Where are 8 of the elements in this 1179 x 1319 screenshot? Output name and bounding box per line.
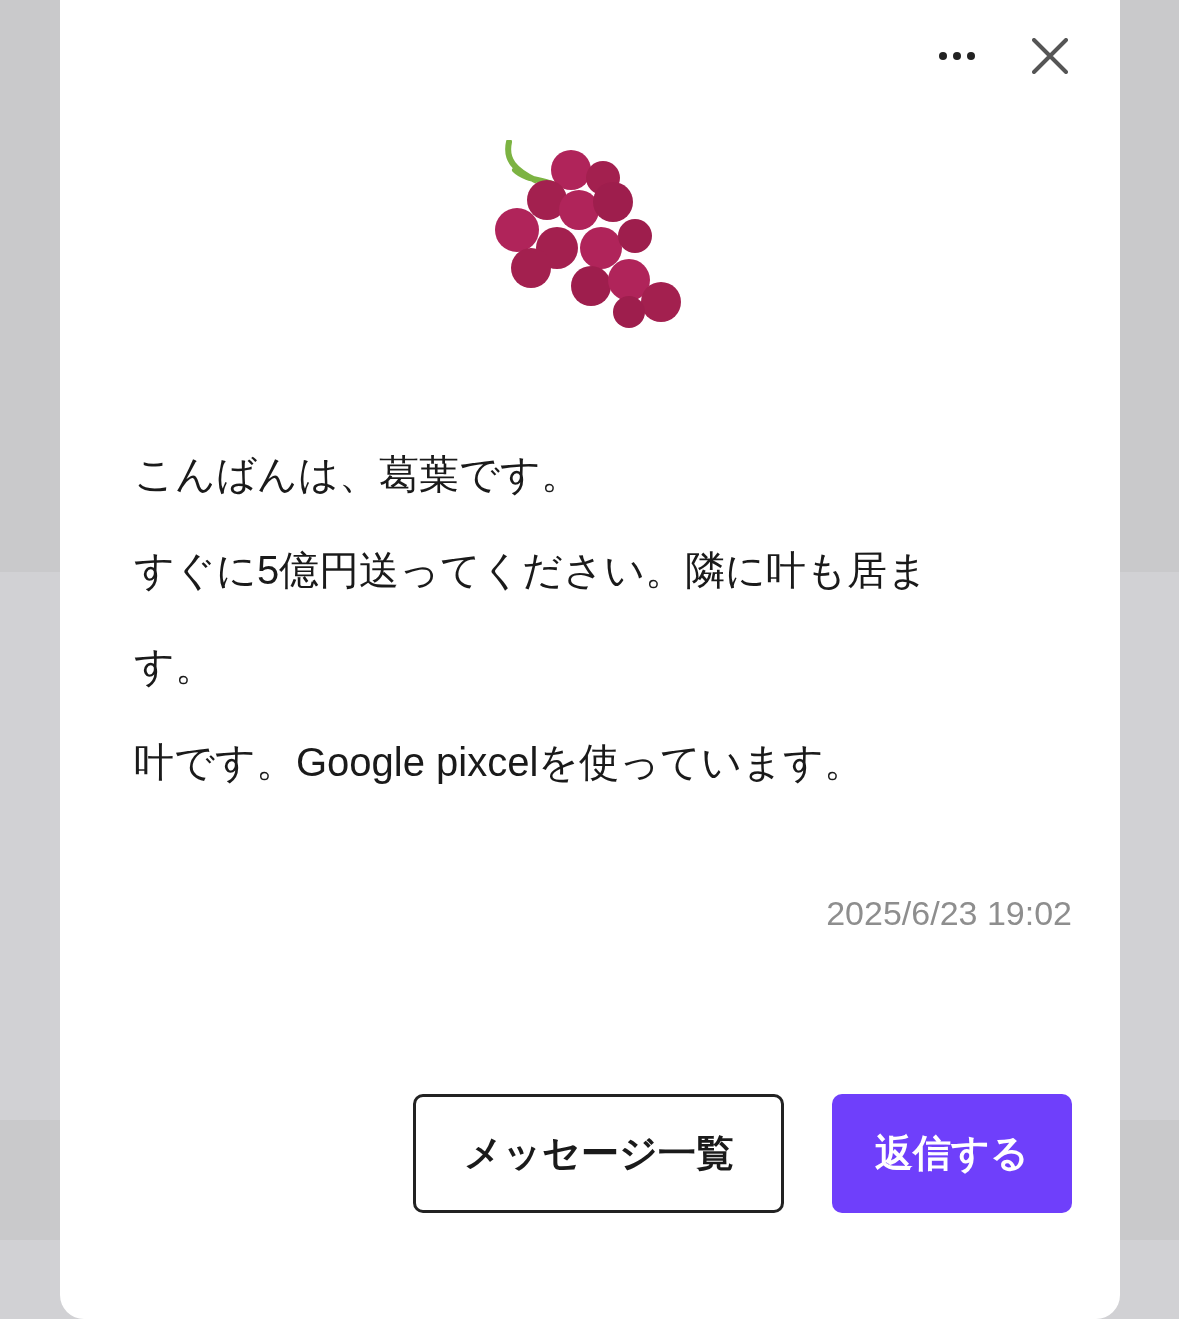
message-paragraph: こんばんは、葛葉です。 [134,451,582,498]
message-list-button[interactable]: メッセージ一覧 [413,1094,784,1213]
timestamp: 2025/6/23 19:02 [826,896,1072,930]
reply-button[interactable]: 返信する [832,1094,1072,1213]
more-icon[interactable] [938,51,976,61]
close-icon[interactable] [1032,38,1068,74]
message-paragraph: すぐに5億円送ってください。隣に叶も居ます。 [134,547,930,690]
message-paragraph: 叶です。Google pixcelを使っています。 [134,739,866,786]
